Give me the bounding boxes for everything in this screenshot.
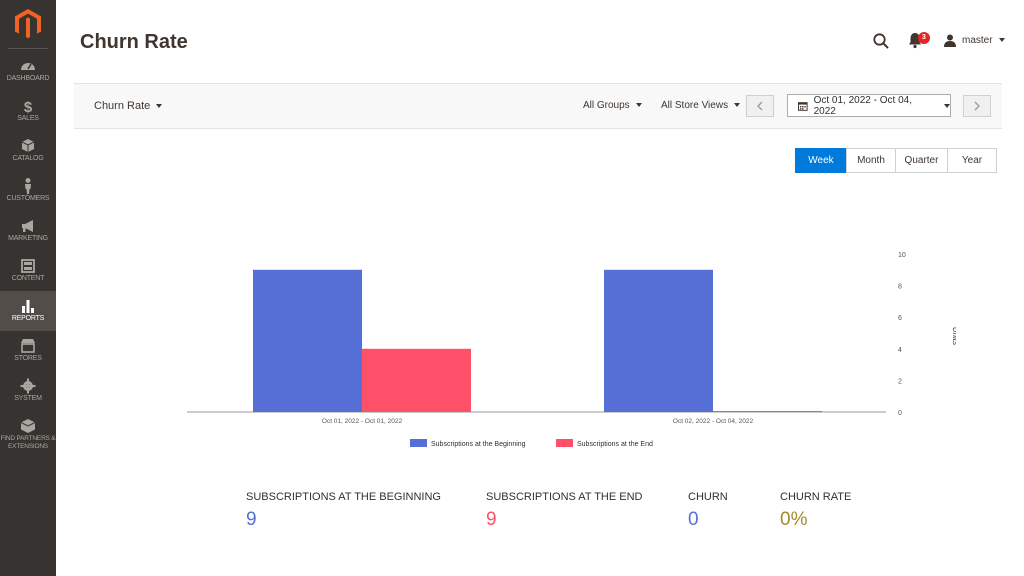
legend-label: Subscriptions at the Beginning [431, 441, 526, 448]
dashboard-icon [21, 63, 35, 70]
date-range-label: Oct 01, 2022 - Oct 04, 2022 [813, 94, 912, 117]
bar-beginning-2 [604, 269, 713, 412]
page-title: Churn Rate [80, 31, 188, 53]
period-switcher: Week Month Quarter Year [795, 148, 997, 173]
date-range-picker[interactable]: Oct 01, 2022 - Oct 04, 2022 [787, 94, 951, 117]
sidebar-item-catalog[interactable]: CATALOG [0, 137, 56, 177]
chevron-down-icon [944, 103, 950, 108]
megaphone-icon [22, 220, 33, 232]
sidebar-item-label: CUSTOMERS [6, 195, 50, 202]
groups-select[interactable]: All Groups [583, 100, 642, 111]
sidebar-item-label: MARKETING [8, 235, 48, 242]
magento-logo[interactable] [14, 8, 42, 40]
sidebar-item-system[interactable]: SYSTEM [0, 377, 56, 417]
chevron-down-icon [156, 104, 163, 109]
kpi-subscriptions-at-the-end: Subscriptions at the End 9 [486, 491, 642, 531]
cube-icon [21, 139, 35, 152]
sidebar-item-label: REPORTS [11, 315, 45, 322]
user-name: master [962, 34, 993, 46]
kpi-value: 9 [486, 509, 497, 530]
chevron-down-icon [635, 103, 642, 108]
legend-swatch [556, 439, 573, 447]
sidebar-item-label: CONTENT [11, 275, 45, 282]
sidebar-item-label: CATALOG [12, 155, 44, 162]
report-toolbar: Churn Rate All Groups All Store Views Oc… [74, 83, 1002, 129]
period-year-button[interactable]: Year [947, 148, 997, 173]
sidebar-item-marketing[interactable]: MARKETING [0, 217, 56, 257]
sidebar-item-stores[interactable]: STORES [0, 337, 56, 377]
y-tick-label: 6 [898, 315, 902, 322]
sidebar-item-label: STORES [14, 355, 42, 362]
kpi-churn-rate: Churn Rate 0% [780, 491, 851, 531]
sidebar-item-label: FIND PARTNERS & EXTENSIONS [0, 435, 56, 450]
legend-label: Subscriptions at the End [577, 441, 653, 448]
kpi-value: 0% [780, 509, 808, 530]
legend-swatch [410, 439, 427, 447]
svg-text:$: $ [24, 99, 33, 115]
bar-beginning-1 [253, 269, 362, 412]
sidebar-item-dashboard[interactable]: DASHBOARD [0, 57, 56, 97]
bar-end-1 [362, 348, 471, 412]
kpi-subscriptions-at-the-beginning: Subscriptions at the Beginning 9 [246, 491, 441, 531]
store-views-select[interactable]: All Store Views [661, 100, 741, 111]
user-menu[interactable]: master [944, 32, 1005, 48]
sidebar-item-label: SYSTEM [14, 395, 42, 402]
sidebar-item-sales[interactable]: $ SALES [0, 97, 56, 137]
period-week-button[interactable]: Week [795, 148, 847, 173]
user-icon [944, 34, 956, 47]
period-quarter-button[interactable]: Quarter [895, 148, 948, 173]
store-icon [21, 339, 35, 353]
sidebar-item-find[interactable]: FIND PARTNERS & EXTENSIONS [0, 417, 56, 457]
chevron-down-icon [998, 38, 1005, 42]
main-content: Churn Rate 3 master Churn Rate All Group… [56, 0, 1024, 576]
churn-chart: 0 2 4 6 8 10 Units Oct 01, 2022 - Oct 01, 2022 O… [187, 252, 956, 448]
y-axis-label: Units [951, 327, 956, 345]
admin-sidebar: DASHBOARD $ SALES CATALOG CUSTOMERS MARKETING… [0, 0, 56, 576]
store-views-select-label: All Store Views [661, 100, 729, 111]
period-month-button[interactable]: Month [846, 148, 896, 173]
box-icon [20, 419, 36, 433]
chevron-right-icon [974, 101, 980, 111]
y-tick-label: 0 [898, 410, 902, 417]
y-tick-label: 10 [898, 252, 906, 259]
kpi-label: Subscriptions at the End [486, 491, 643, 503]
sidebar-item-label: DASHBOARD [6, 75, 50, 82]
kpi-value: 9 [246, 509, 257, 530]
chevron-left-icon [757, 101, 763, 111]
y-tick-label: 4 [898, 347, 902, 354]
layout-icon [21, 259, 35, 273]
chevron-down-icon [734, 103, 741, 108]
sidebar-item-customers[interactable]: CUSTOMERS [0, 177, 56, 217]
logo-divider [8, 48, 48, 49]
y-tick-label: 8 [898, 284, 902, 291]
kpi-label: Churn Rate [780, 491, 852, 503]
kpi-label: Churn [688, 491, 728, 503]
search-icon[interactable] [872, 32, 890, 50]
bar-end-2 [713, 411, 822, 412]
report-select[interactable]: Churn Rate [94, 100, 163, 112]
y-tick-label: 2 [898, 378, 902, 385]
kpi-value: 0 [688, 509, 699, 530]
groups-select-label: All Groups [583, 100, 630, 111]
prev-period-button[interactable] [746, 95, 774, 117]
report-select-label: Churn Rate [94, 100, 151, 112]
notification-badge[interactable]: 3 [918, 32, 930, 44]
gear-icon [20, 378, 36, 394]
next-period-button[interactable] [963, 95, 991, 117]
x-tick-label: Oct 02, 2022 - Oct 04, 2022 [673, 418, 754, 425]
dollar-icon: $ [24, 99, 33, 115]
bar-chart-icon [22, 300, 34, 313]
x-tick-label: Oct 01, 2022 - Oct 01, 2022 [322, 418, 403, 425]
calendar-icon [798, 101, 808, 111]
sidebar-item-reports[interactable]: REPORTS [0, 291, 56, 331]
person-icon [25, 178, 31, 194]
sidebar-item-label: SALES [17, 115, 39, 122]
kpi-churn: Churn 0 [688, 491, 728, 531]
kpi-label: Subscriptions at the Beginning [246, 491, 441, 503]
